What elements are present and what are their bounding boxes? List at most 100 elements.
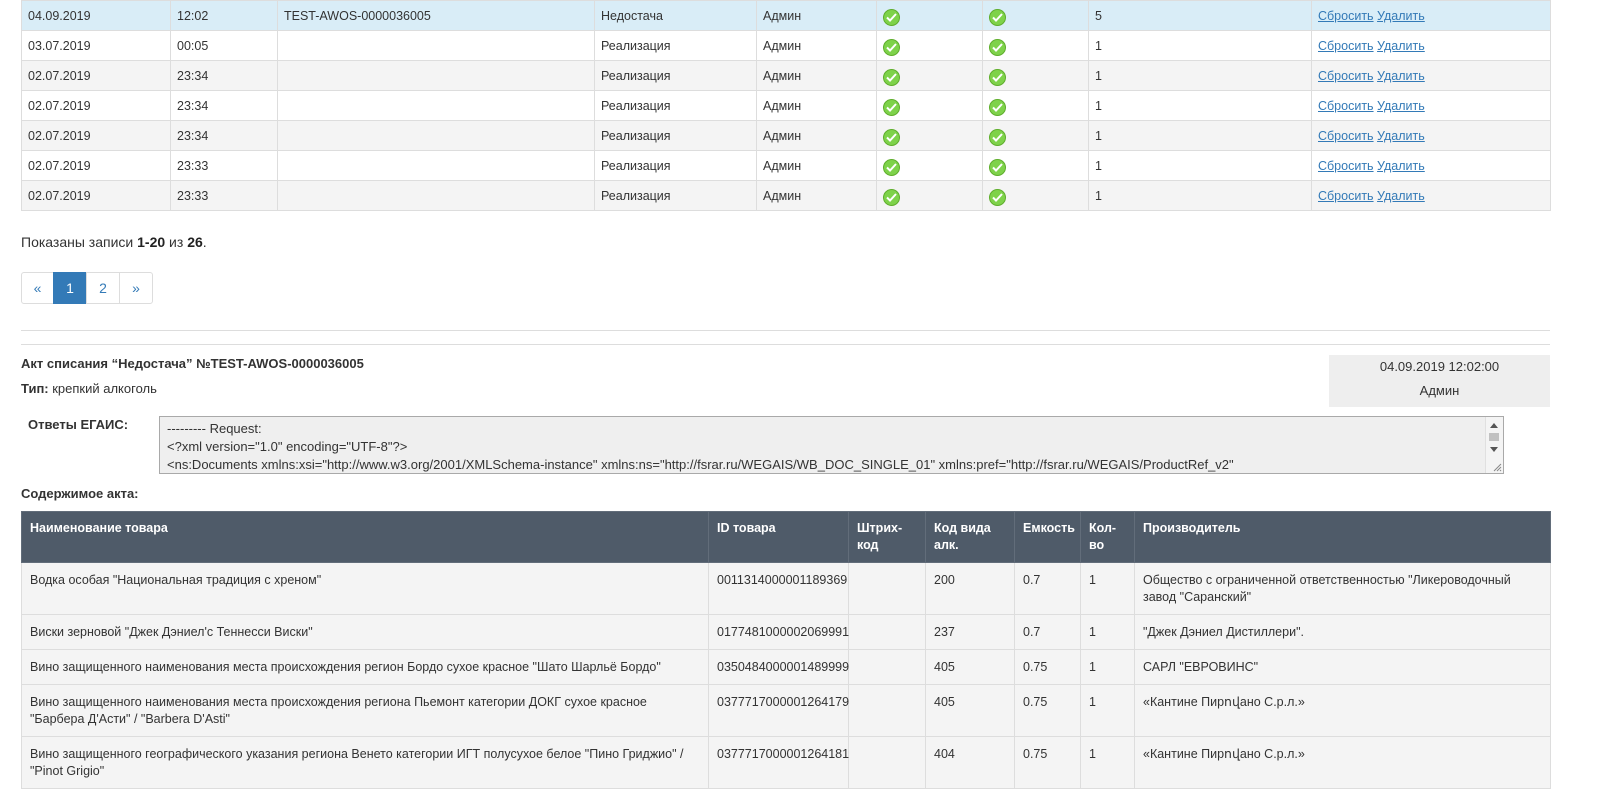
record-date: 02.07.2019 <box>21 90 171 121</box>
reset-link[interactable]: Сбросить <box>1318 129 1374 143</box>
record-status-2 <box>982 60 1089 91</box>
item-qty: 1 <box>1080 684 1135 737</box>
record-time: 23:34 <box>170 120 278 151</box>
item-alc-code: 405 <box>925 684 1015 737</box>
delete-link[interactable]: Удалить <box>1377 129 1425 143</box>
record-number: TEST-AWOS-0000036005 <box>277 0 595 31</box>
record-actions: Сбросить Удалить <box>1311 150 1551 181</box>
item-volume: 0.7 <box>1014 562 1081 615</box>
check-circle-icon <box>883 98 900 116</box>
pagination-page-2[interactable]: 2 <box>86 272 120 304</box>
table-row[interactable]: 02.07.2019 23:33 Реализация Админ 1 Сбро… <box>21 150 1551 181</box>
record-actions: Сбросить Удалить <box>1311 120 1551 151</box>
item-producer: «Кантине Пирովано С.р.л.» <box>1134 736 1551 789</box>
col-header-alc-code[interactable]: Код вида алк. <box>925 511 1015 563</box>
egais-responses-textarea[interactable]: --------- Request: <?xml version="1.0" e… <box>159 416 1504 474</box>
table-row[interactable]: 02.07.2019 23:33 Реализация Админ 1 Сбро… <box>21 180 1551 211</box>
col-header-volume[interactable]: Емкость <box>1014 511 1081 563</box>
table-row[interactable]: 02.07.2019 23:34 Реализация Админ 1 Сбро… <box>21 90 1551 121</box>
record-time: 23:33 <box>170 150 278 181</box>
summary-middle: из <box>165 234 188 250</box>
check-circle-icon <box>883 68 900 86</box>
record-status-1 <box>876 150 983 181</box>
resize-handle-icon[interactable] <box>1493 463 1502 472</box>
record-status-1 <box>876 30 983 61</box>
delete-link[interactable]: Удалить <box>1377 99 1425 113</box>
reset-link[interactable]: Сбросить <box>1318 9 1374 23</box>
pagination-page-1[interactable]: 1 <box>53 272 87 304</box>
summary-suffix: . <box>202 234 207 250</box>
item-id: 0350484000001489999 <box>708 649 849 685</box>
check-circle-icon <box>989 158 1006 176</box>
table-row[interactable]: 04.09.2019 12:02 TEST-AWOS-0000036005 Не… <box>21 0 1551 31</box>
item-qty: 1 <box>1080 614 1135 650</box>
pagination-next[interactable]: » <box>119 272 153 304</box>
table-row[interactable]: 02.07.2019 23:34 Реализация Админ 1 Сбро… <box>21 60 1551 91</box>
record-type: Реализация <box>594 120 757 151</box>
record-time: 23:34 <box>170 90 278 121</box>
record-status-1 <box>876 0 983 31</box>
record-user: Админ <box>756 60 877 91</box>
delete-link[interactable]: Удалить <box>1377 189 1425 203</box>
col-header-producer[interactable]: Производитель <box>1134 511 1551 563</box>
record-type: Реализация <box>594 60 757 91</box>
record-date: 03.07.2019 <box>21 30 171 61</box>
act-type-value: крепкий алкоголь <box>48 381 157 396</box>
item-producer: Общество с ограниченной ответственностью… <box>1134 562 1551 615</box>
delete-link[interactable]: Удалить <box>1377 69 1425 83</box>
item-producer: «Кантине Пирովано С.р.л.» <box>1134 684 1551 737</box>
scroll-thumb[interactable] <box>1489 433 1499 441</box>
scroll-down-icon[interactable] <box>1490 447 1498 452</box>
delete-link[interactable]: Удалить <box>1377 159 1425 173</box>
record-type: Реализация <box>594 150 757 181</box>
item-id: 0377717000001264181 <box>708 736 849 789</box>
delete-link[interactable]: Удалить <box>1377 39 1425 53</box>
item-barcode <box>848 562 926 615</box>
act-datetime: 04.09.2019 12:02:00 <box>1379 359 1500 374</box>
reset-link[interactable]: Сбросить <box>1318 159 1374 173</box>
pagination: « 1 2 » <box>21 272 153 304</box>
col-header-barcode[interactable]: Штрих-код <box>848 511 926 563</box>
delete-link[interactable]: Удалить <box>1377 9 1425 23</box>
record-user: Админ <box>756 120 877 151</box>
record-status-2 <box>982 90 1089 121</box>
record-number <box>277 180 595 211</box>
reset-link[interactable]: Сбросить <box>1318 69 1374 83</box>
record-count: 1 <box>1088 60 1312 91</box>
record-actions: Сбросить Удалить <box>1311 30 1551 61</box>
record-number <box>277 120 595 151</box>
col-header-id[interactable]: ID товара <box>708 511 849 563</box>
check-circle-icon <box>883 128 900 146</box>
records-summary: Показаны записи 1-20 из 26. <box>21 234 207 250</box>
record-status-2 <box>982 120 1089 151</box>
item-barcode <box>848 649 926 685</box>
item-barcode <box>848 684 926 737</box>
scroll-up-icon[interactable] <box>1490 423 1498 428</box>
col-header-qty[interactable]: Кол-во <box>1080 511 1135 563</box>
item-qty: 1 <box>1080 649 1135 685</box>
item-qty: 1 <box>1080 562 1135 615</box>
record-actions: Сбросить Удалить <box>1311 90 1551 121</box>
record-time: 12:02 <box>170 0 278 31</box>
act-items-table: Наименование товара ID товара Штрих-код … <box>21 511 1551 789</box>
check-circle-icon <box>883 188 900 206</box>
item-alc-code: 200 <box>925 562 1015 615</box>
egais-text: --------- Request: <?xml version="1.0" e… <box>167 421 1234 472</box>
divider <box>21 330 1550 331</box>
col-header-name[interactable]: Наименование товара <box>21 511 709 563</box>
reset-link[interactable]: Сбросить <box>1318 39 1374 53</box>
record-time: 23:33 <box>170 180 278 211</box>
table-row[interactable]: 03.07.2019 00:05 Реализация Админ 1 Сбро… <box>21 30 1551 61</box>
table-row: Виски зерновой "Джек Дэниел'с Теннесси В… <box>21 614 1551 650</box>
record-status-2 <box>982 180 1089 211</box>
check-circle-icon <box>989 68 1006 86</box>
record-user: Админ <box>756 150 877 181</box>
table-row[interactable]: 02.07.2019 23:34 Реализация Админ 1 Сбро… <box>21 120 1551 151</box>
reset-link[interactable]: Сбросить <box>1318 99 1374 113</box>
act-type-label: Тип: <box>21 381 49 396</box>
item-barcode <box>848 614 926 650</box>
reset-link[interactable]: Сбросить <box>1318 189 1374 203</box>
item-name: Вино защищенного наименования места прои… <box>21 684 709 737</box>
act-meta-box: 04.09.2019 12:02:00 Админ <box>1329 355 1550 407</box>
pagination-prev[interactable]: « <box>21 272 54 304</box>
